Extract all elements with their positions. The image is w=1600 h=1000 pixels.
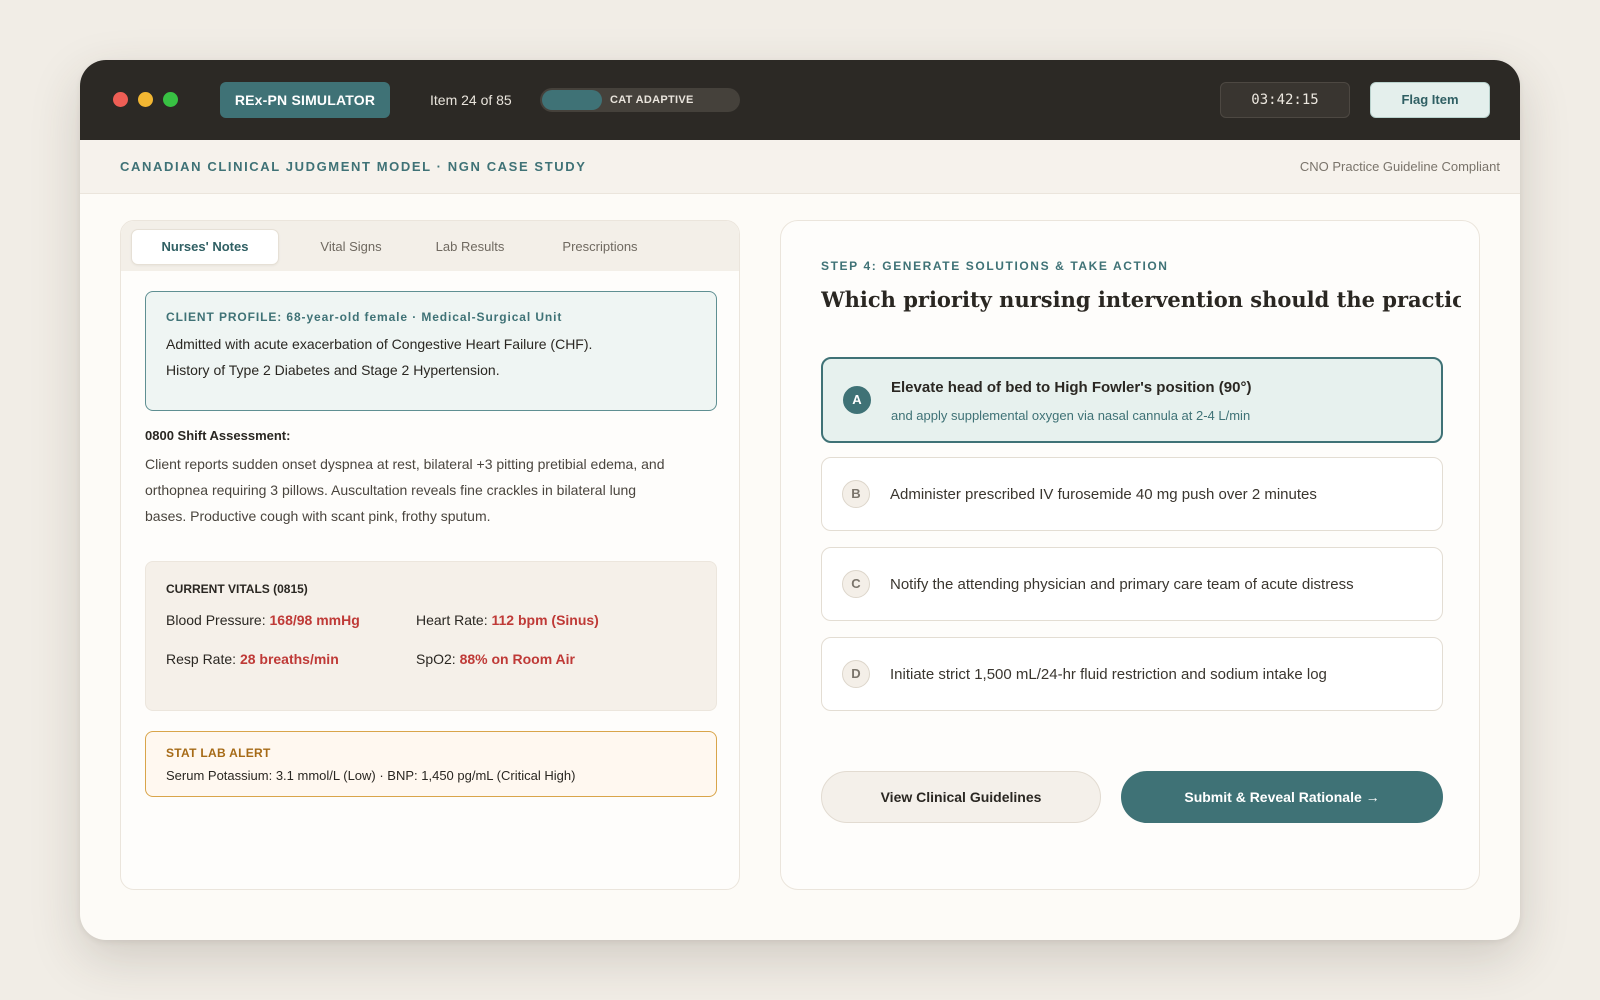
vital-label: Blood Pressure: (166, 612, 266, 628)
answer-option-c[interactable]: C Notify the attending physician and pri… (821, 547, 1443, 621)
case-tabs: Nurses' Notes Vital Signs Lab Results Pr… (121, 221, 739, 271)
step-label: STEP 4: GENERATE SOLUTIONS & TAKE ACTION (821, 259, 1169, 273)
option-text: Initiate strict 1,500 mL/24-hr fluid res… (890, 666, 1327, 683)
vital-label: Resp Rate: (166, 651, 237, 667)
title-bar: REx-PN SIMULATOR Item 24 of 85 CAT ADAPT… (80, 60, 1520, 140)
assessment-title: 0800 Shift Assessment: (145, 428, 291, 443)
vital-label: Heart Rate: (416, 612, 488, 628)
sub-header: CANADIAN CLINICAL JUDGMENT MODEL · NGN C… (80, 140, 1520, 194)
tab-vital-signs[interactable]: Vital Signs (301, 229, 401, 265)
option-letter-badge: A (843, 386, 871, 414)
app-window: REx-PN SIMULATOR Item 24 of 85 CAT ADAPT… (80, 60, 1520, 940)
model-title: CANADIAN CLINICAL JUDGMENT MODEL · NGN C… (120, 159, 587, 174)
tab-lab-results[interactable]: Lab Results (415, 229, 525, 265)
view-guidelines-button[interactable]: View Clinical Guidelines (821, 771, 1101, 823)
adaptive-progress-fill (542, 90, 602, 110)
tab-prescriptions[interactable]: Prescriptions (545, 229, 655, 265)
vitals-card: CURRENT VITALS (0815) Blood Pressure: 16… (145, 561, 717, 711)
answer-option-a[interactable]: A Elevate head of bed to High Fowler's p… (821, 357, 1443, 443)
option-letter-badge: D (842, 660, 870, 688)
vital-value: 88% on Room Air (459, 651, 575, 667)
vital-value: 28 breaths/min (239, 651, 339, 667)
option-letter-badge: B (842, 480, 870, 508)
profile-line: History of Type 2 Diabetes and Stage 2 H… (166, 362, 500, 378)
option-text: Notify the attending physician and prima… (890, 576, 1354, 593)
submit-button[interactable]: Submit & Reveal Rationale → (1121, 771, 1443, 823)
adaptive-label: CAT ADAPTIVE (610, 94, 694, 106)
option-main-text: Elevate head of bed to High Fowler's pos… (891, 379, 1252, 396)
tab-nurses-notes[interactable]: Nurses' Notes (131, 229, 279, 265)
flag-item-button[interactable]: Flag Item (1370, 82, 1490, 118)
client-profile-card: CLIENT PROFILE: 68-year-old female · Med… (145, 291, 717, 411)
vital-blood-pressure: Blood Pressure: 168/98 mmHg (166, 612, 360, 628)
vitals-title: CURRENT VITALS (0815) (166, 582, 308, 596)
client-profile-label: CLIENT PROFILE: 68-year-old female · Med… (166, 310, 563, 324)
assessment-text: Client reports sudden onset dyspnea at r… (145, 456, 665, 524)
option-sub-text: and apply supplemental oxygen via nasal … (891, 408, 1251, 423)
minimize-window-button[interactable] (138, 92, 153, 107)
close-window-button[interactable] (113, 92, 128, 107)
vital-label: SpO2: (416, 651, 456, 667)
compliance-note: CNO Practice Guideline Compliant (1299, 159, 1500, 174)
alert-title: STAT LAB ALERT (166, 746, 271, 760)
stat-lab-alert: STAT LAB ALERT Serum Potassium: 3.1 mmol… (145, 731, 717, 797)
vital-value: 112 bpm (Sinus) (491, 612, 599, 628)
maximize-window-button[interactable] (163, 92, 178, 107)
vital-value: 168/98 mmHg (269, 612, 360, 628)
question-panel: STEP 4: GENERATE SOLUTIONS & TAKE ACTION… (780, 220, 1480, 890)
answer-option-b[interactable]: B Administer prescribed IV furosemide 40… (821, 457, 1443, 531)
answer-option-d[interactable]: D Initiate strict 1,500 mL/24-hr fluid r… (821, 637, 1443, 711)
vital-spo2: SpO2: 88% on Room Air (416, 651, 575, 667)
vital-heart-rate: Heart Rate: 112 bpm (Sinus) (416, 612, 599, 628)
vital-resp-rate: Resp Rate: 28 breaths/min (166, 651, 339, 667)
option-letter-badge: C (842, 570, 870, 598)
profile-line: Admitted with acute exacerbation of Cong… (166, 336, 593, 352)
case-panel: Nurses' Notes Vital Signs Lab Results Pr… (120, 220, 740, 890)
exam-timer: 03:42:15 (1220, 82, 1350, 118)
question-text: Which priority nursing intervention shou… (821, 287, 1461, 312)
app-brand-badge: REx-PN SIMULATOR (220, 82, 390, 118)
item-counter: Item 24 of 85 (430, 92, 512, 108)
adaptive-progress: CAT ADAPTIVE (540, 88, 740, 112)
option-text: Administer prescribed IV furosemide 40 m… (890, 486, 1317, 503)
alert-text: Serum Potassium: 3.1 mmol/L (Low) · BNP:… (166, 768, 576, 783)
